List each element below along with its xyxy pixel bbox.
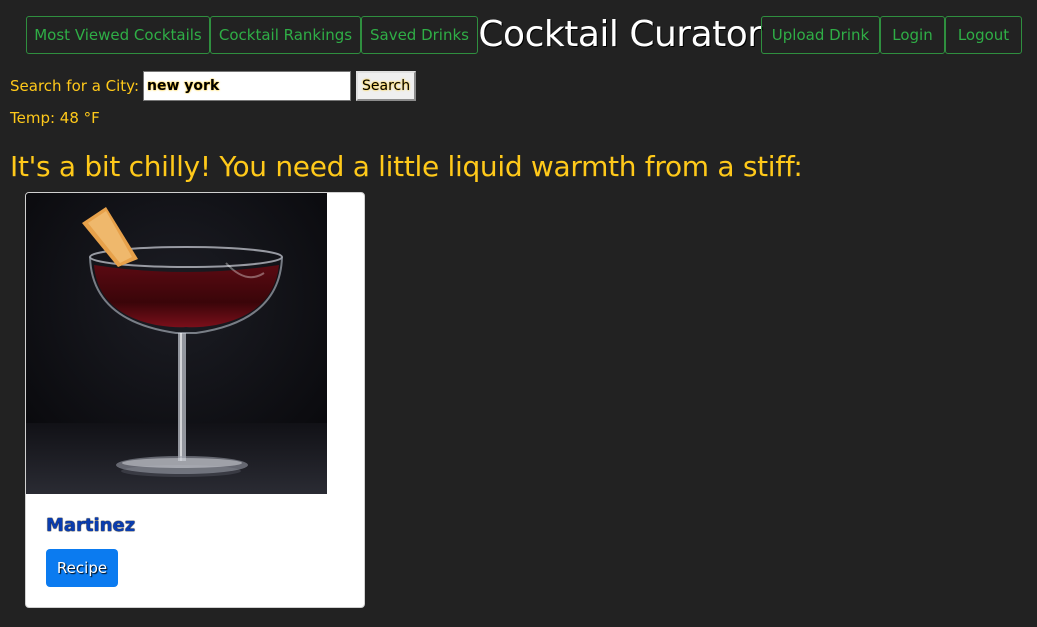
drink-name[interactable]: Martinez bbox=[46, 515, 135, 536]
nav-cocktail-rankings[interactable]: Cocktail Rankings bbox=[210, 16, 361, 54]
search-button[interactable]: Search bbox=[356, 71, 417, 101]
nav-login[interactable]: Login bbox=[880, 16, 945, 54]
recipe-button[interactable]: Recipe bbox=[46, 549, 118, 587]
temperature-readout: Temp: 48 °F bbox=[10, 109, 100, 127]
city-search-input[interactable] bbox=[143, 71, 352, 101]
nav-upload-drink[interactable]: Upload Drink bbox=[761, 16, 880, 54]
nav-most-viewed-cocktails[interactable]: Most Viewed Cocktails bbox=[26, 16, 210, 54]
nav-saved-drinks[interactable]: Saved Drinks bbox=[361, 16, 478, 54]
cocktail-coupe-image bbox=[26, 193, 327, 494]
nav-logout[interactable]: Logout bbox=[945, 16, 1022, 54]
app-title: Cocktail Curator bbox=[478, 14, 762, 55]
page: Most Viewed Cocktails Cocktail Rankings … bbox=[0, 0, 1037, 627]
weather-message: It's a bit chilly! You need a little liq… bbox=[10, 150, 803, 183]
search-label: Search for a City: bbox=[10, 77, 140, 95]
city-search-form: Search for a City: Search bbox=[10, 71, 417, 101]
drink-card: Martinez Recipe bbox=[25, 192, 365, 608]
